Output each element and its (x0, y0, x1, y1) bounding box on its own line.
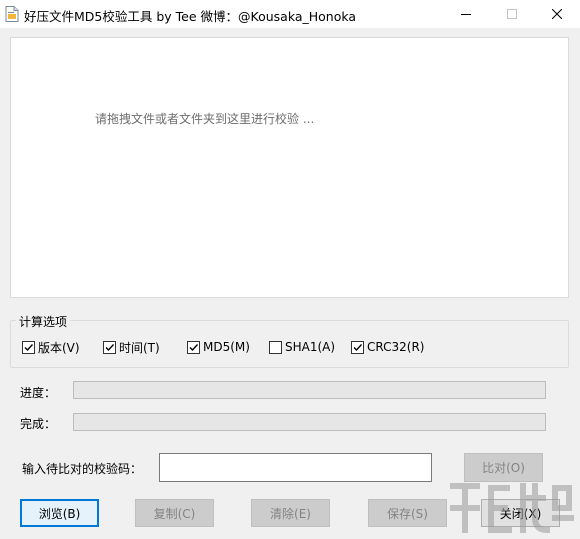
maximize-icon[interactable] (489, 0, 535, 28)
checkbox-crc32-label: CRC32(R) (367, 340, 425, 354)
checkbox-sha1-box[interactable] (269, 340, 282, 354)
progress-label: 进度： (20, 386, 57, 400)
checksum-input-label: 输入待比对的校验码： (22, 462, 143, 476)
watermark-logo (450, 483, 574, 534)
checkbox-time-label: 时间(T) (119, 340, 160, 355)
checkbox-version[interactable]: 版本(V) (22, 339, 80, 355)
checkbox-crc32-box[interactable] (351, 340, 364, 354)
file-drop-area[interactable]: 请拖拽文件或者文件夹到这里进行校验 ... (10, 37, 569, 298)
checkbox-time[interactable]: 时间(T) (103, 339, 160, 355)
checkbox-time-box[interactable] (103, 340, 116, 354)
options-group-label: 计算选项 (16, 313, 71, 330)
drop-hint: 请拖拽文件或者文件夹到这里进行校验 ... (95, 112, 315, 126)
checkbox-md5[interactable]: MD5(M) (187, 339, 250, 355)
close-icon[interactable] (534, 0, 580, 28)
checkbox-md5-label: MD5(M) (203, 340, 250, 354)
clear-button[interactable]: 清除(E) (251, 499, 330, 527)
browse-button[interactable]: 浏览(B) (20, 499, 99, 527)
save-button[interactable]: 保存(S) (368, 499, 447, 527)
complete-label: 完成： (20, 417, 57, 431)
copy-button[interactable]: 复制(C) (135, 499, 214, 527)
checksum-input[interactable] (159, 453, 432, 482)
checkbox-version-box[interactable] (22, 340, 35, 354)
checkbox-version-label: 版本(V) (38, 340, 80, 355)
progress-bar (73, 381, 546, 399)
window-title: 好压文件MD5校验工具 by Tee 微博：@Kousaka_Honoka (24, 9, 357, 24)
minimize-icon[interactable] (443, 0, 489, 28)
title-bar[interactable]: 好压文件MD5校验工具 by Tee 微博：@Kousaka_Honoka (0, 0, 580, 28)
app-icon (5, 6, 19, 22)
checkbox-sha1-label: SHA1(A) (285, 340, 336, 354)
complete-bar (73, 413, 546, 431)
checkbox-crc32[interactable]: CRC32(R) (351, 339, 424, 355)
checkbox-sha1[interactable]: SHA1(A) (269, 339, 335, 355)
checkbox-md5-box[interactable] (187, 340, 200, 354)
